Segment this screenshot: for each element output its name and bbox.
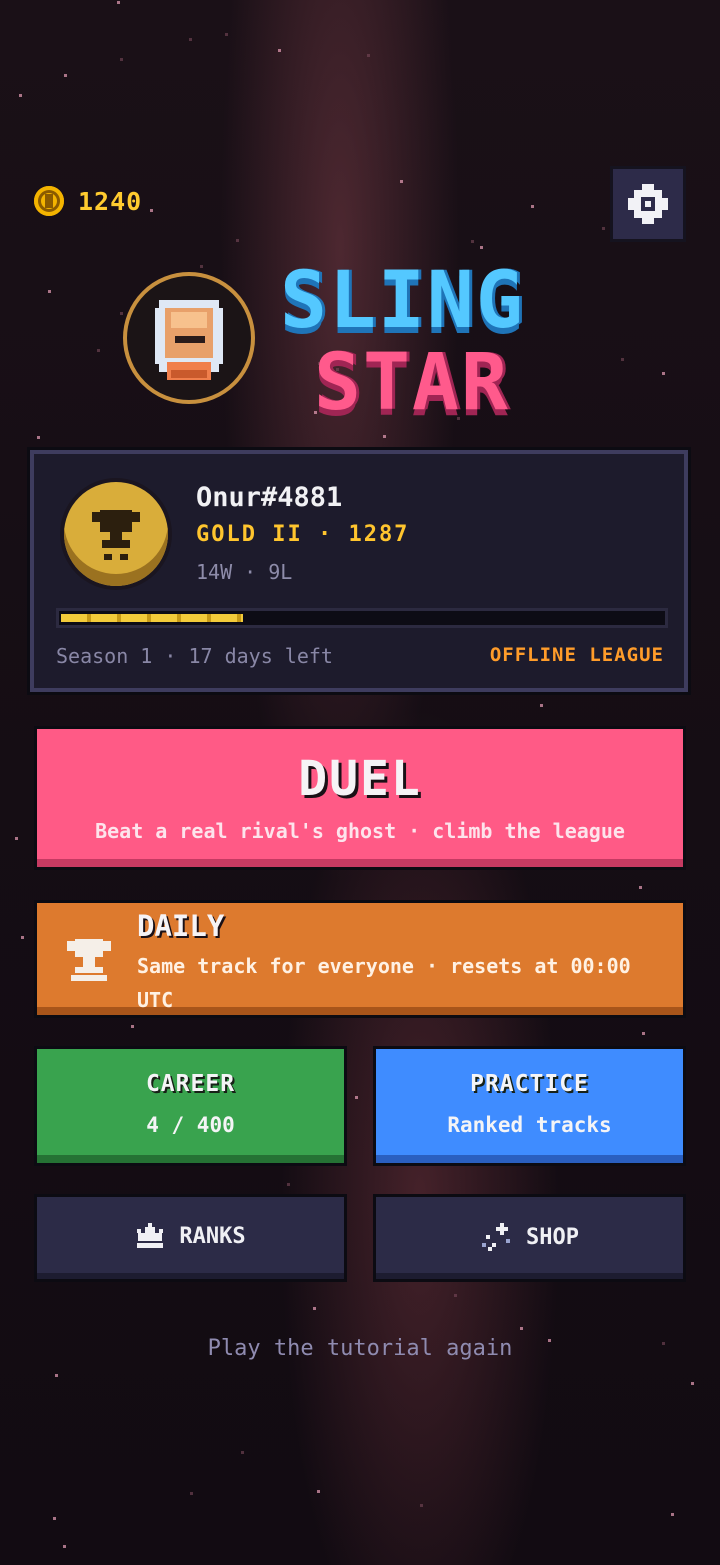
daily-subtitle: Same track for everyone · resets at 00:0… bbox=[137, 954, 631, 1012]
settings-button[interactable] bbox=[610, 166, 686, 242]
ranks-label: RANKS bbox=[179, 1223, 246, 1249]
shop-button[interactable]: SHOP bbox=[373, 1194, 686, 1282]
star bbox=[639, 886, 642, 889]
star bbox=[313, 1307, 316, 1310]
star bbox=[48, 290, 51, 293]
rank-progress-bar bbox=[56, 608, 668, 628]
star bbox=[131, 1025, 134, 1028]
star bbox=[200, 265, 203, 268]
duel-title: DUEL bbox=[298, 751, 422, 807]
star bbox=[383, 435, 386, 438]
career-title: CAREER bbox=[145, 1071, 236, 1097]
star bbox=[691, 1382, 694, 1385]
ranks-button[interactable]: RANKS bbox=[34, 1194, 347, 1282]
sparkle-icon bbox=[482, 1223, 510, 1251]
logo-line-2: STAR bbox=[314, 338, 510, 428]
practice-title: PRACTICE bbox=[470, 1071, 589, 1097]
star bbox=[64, 74, 67, 77]
player-name: Onur#4881 bbox=[196, 482, 343, 513]
player-avatar[interactable] bbox=[123, 272, 255, 404]
career-progress: 4 / 400 bbox=[146, 1113, 235, 1137]
star bbox=[420, 1504, 423, 1507]
star bbox=[287, 1183, 290, 1186]
star bbox=[55, 1374, 58, 1377]
astronaut-icon bbox=[155, 300, 223, 380]
star bbox=[662, 372, 665, 375]
daily-button[interactable]: DAILY Same track for everyone · resets a… bbox=[34, 900, 686, 1018]
career-button[interactable]: CAREER 4 / 400 bbox=[34, 1046, 347, 1166]
star bbox=[621, 358, 624, 361]
star bbox=[531, 205, 534, 208]
star bbox=[317, 1490, 320, 1493]
star bbox=[241, 1451, 244, 1454]
star bbox=[236, 239, 239, 242]
star bbox=[97, 349, 100, 352]
gear-icon bbox=[628, 184, 668, 224]
star bbox=[400, 180, 403, 183]
duel-button[interactable]: DUEL Beat a real rival's ghost · climb t… bbox=[34, 726, 686, 870]
game-logo: SLING STAR bbox=[280, 256, 525, 422]
star bbox=[642, 1032, 645, 1035]
star bbox=[671, 1513, 674, 1516]
star bbox=[278, 49, 281, 52]
star bbox=[225, 33, 228, 36]
crown-icon bbox=[137, 1223, 164, 1248]
rank-badge bbox=[64, 482, 168, 586]
star bbox=[21, 936, 24, 939]
rank-progress-fill bbox=[61, 614, 243, 622]
star bbox=[117, 1, 120, 4]
star bbox=[15, 837, 18, 840]
win-loss-record: 14W · 9L bbox=[196, 560, 293, 584]
star bbox=[471, 240, 474, 243]
shop-label: SHOP bbox=[526, 1224, 579, 1250]
star bbox=[480, 246, 483, 249]
coin-icon bbox=[34, 186, 64, 216]
season-info: Season 1 · 17 days left bbox=[56, 644, 333, 668]
star bbox=[190, 1492, 193, 1495]
star bbox=[120, 312, 123, 315]
star bbox=[355, 1096, 358, 1099]
profile-card: Onur#4881 GOLD II · 1287 14W · 9L Season… bbox=[30, 450, 688, 692]
star bbox=[53, 1517, 56, 1520]
star bbox=[150, 209, 153, 212]
practice-subtitle: Ranked tracks bbox=[447, 1113, 612, 1137]
daily-title: DAILY bbox=[137, 909, 225, 943]
practice-button[interactable]: PRACTICE Ranked tracks bbox=[373, 1046, 686, 1166]
rank-label: GOLD II · 1287 bbox=[196, 522, 410, 547]
trophy-icon bbox=[92, 510, 140, 560]
star bbox=[454, 1294, 457, 1297]
star bbox=[602, 227, 605, 230]
league-tag: OFFLINE LEAGUE bbox=[489, 644, 664, 666]
star bbox=[120, 58, 123, 61]
star bbox=[540, 704, 543, 707]
star bbox=[367, 54, 370, 57]
star bbox=[189, 38, 192, 41]
coin-balance: 1240 bbox=[34, 186, 142, 216]
star bbox=[19, 94, 22, 97]
coin-count: 1240 bbox=[78, 186, 143, 216]
duel-subtitle: Beat a real rival's ghost · climb the le… bbox=[95, 819, 625, 843]
tutorial-link[interactable]: Play the tutorial again bbox=[0, 1336, 720, 1361]
star bbox=[63, 1545, 66, 1548]
star bbox=[520, 1327, 523, 1330]
logo-line-1: SLING bbox=[280, 256, 525, 346]
star bbox=[37, 436, 40, 439]
trophy-icon bbox=[67, 939, 111, 981]
